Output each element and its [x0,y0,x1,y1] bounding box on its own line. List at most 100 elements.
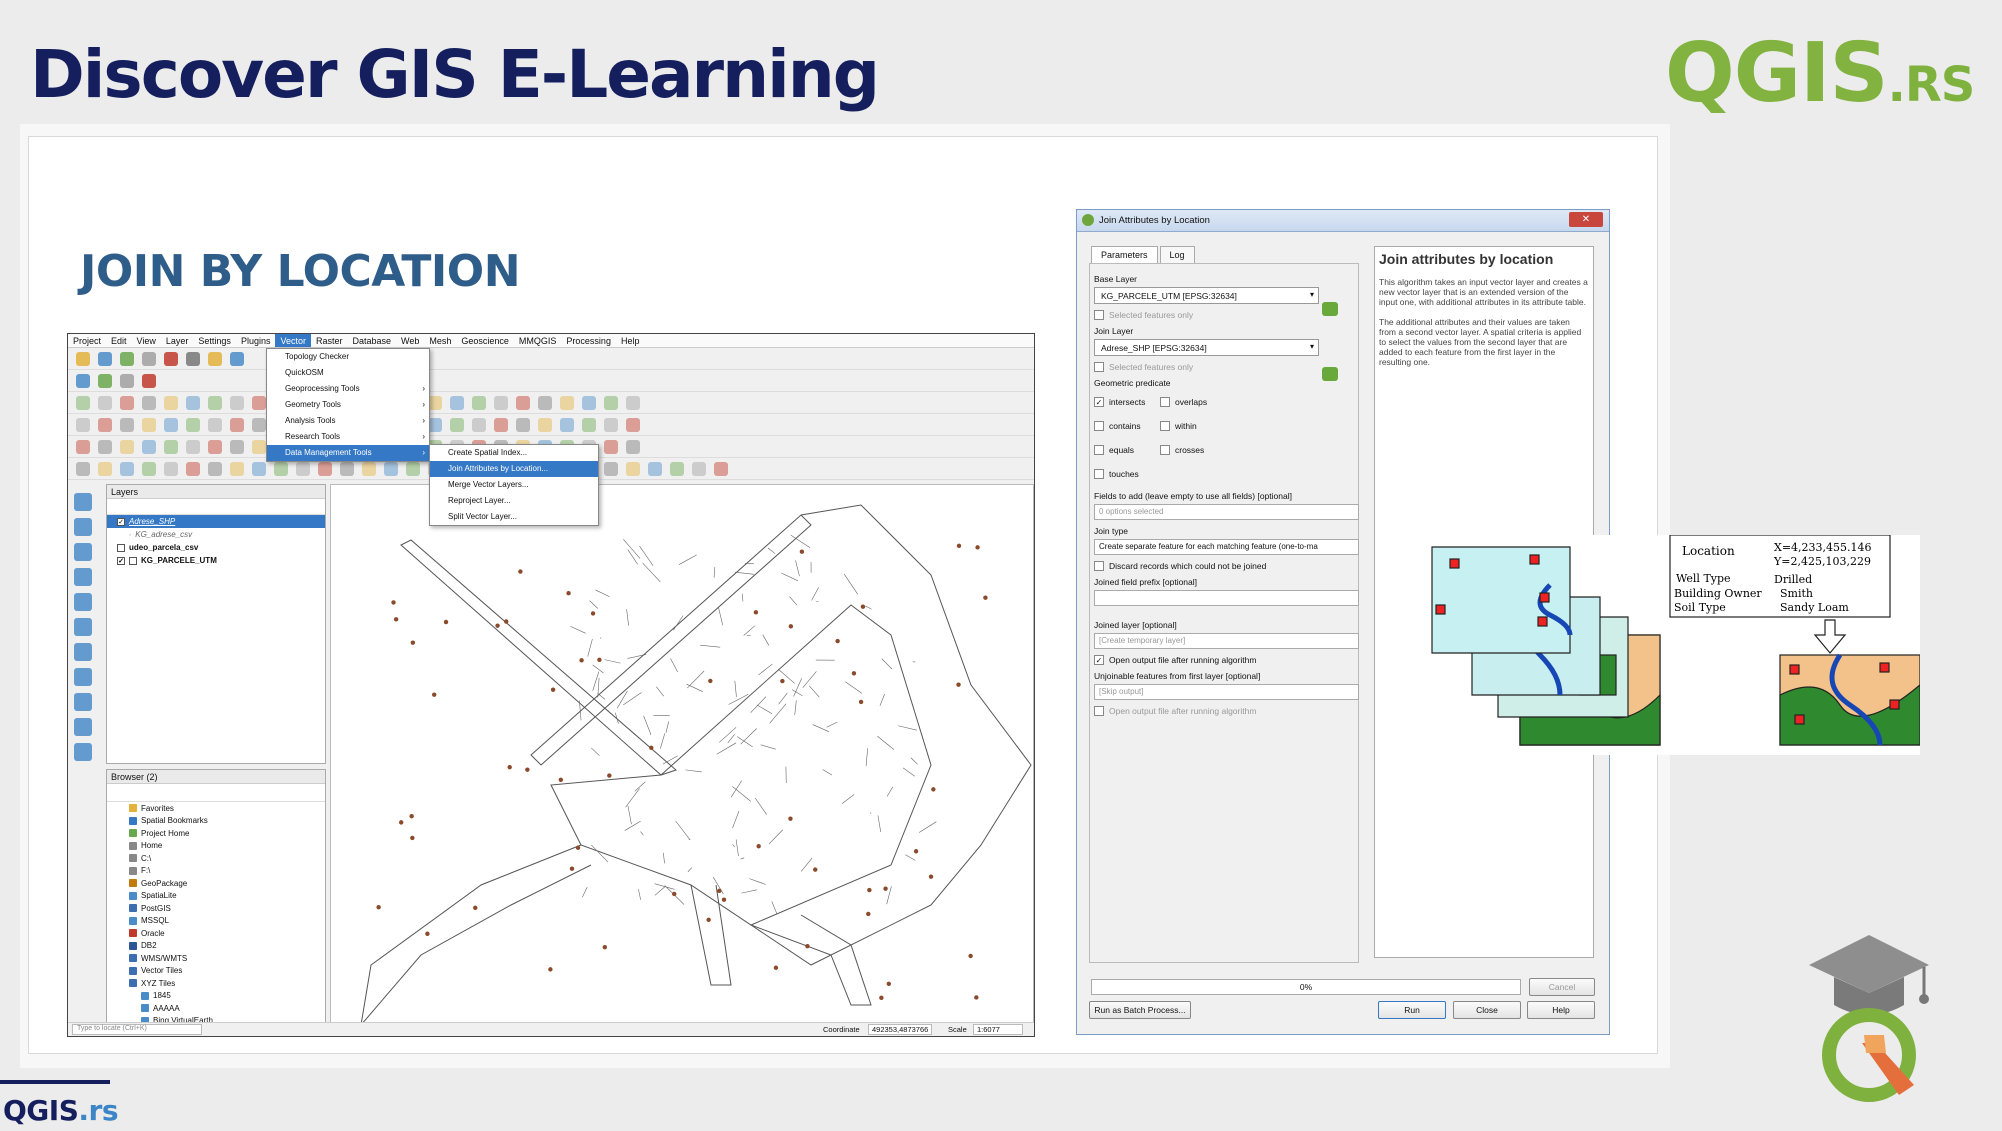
menu-view[interactable]: View [132,334,161,347]
toolbar-icon[interactable] [582,418,596,432]
toolbar-icon[interactable] [164,396,178,410]
menu-project[interactable]: Project [68,334,106,347]
add-wms-icon[interactable] [74,643,92,661]
add-vector-icon[interactable] [74,493,92,511]
browser-item[interactable]: AAAAA [107,1002,325,1015]
layer-row[interactable]: ∙ KG_adrese_csv [107,528,325,541]
toolbar-icon[interactable] [560,396,574,410]
menu-web[interactable]: Web [396,334,424,347]
layer-row[interactable]: ✓ KG_PARCELE_UTM [107,554,325,567]
toolbar-icon[interactable] [626,440,640,454]
toolbar-icon[interactable] [164,462,178,476]
toolbar-icon[interactable] [208,462,222,476]
toolbar-icon[interactable] [186,352,200,366]
menu-item[interactable]: Research Tools › [267,429,429,445]
cancel-button[interactable]: Cancel [1529,978,1595,996]
toolbar-icon[interactable] [98,440,112,454]
toolbar-icon[interactable] [186,418,200,432]
help-button[interactable]: Help [1527,1001,1595,1019]
menu-item[interactable]: Data Management Tools › [267,445,429,461]
toolbar-icon[interactable] [670,462,684,476]
menu-plugins[interactable]: Plugins [236,334,276,347]
predicate-crosses[interactable]: crosses [1160,445,1260,455]
browser-item[interactable]: GeoPackage [107,877,325,890]
toolbar-icon[interactable] [648,462,662,476]
menu-raster[interactable]: Raster [311,334,348,347]
prefix-input[interactable] [1094,590,1359,606]
browser-item[interactable]: XYZ Tiles [107,977,325,990]
tab-parameters[interactable]: Parameters [1091,246,1158,263]
menu-settings[interactable]: Settings [193,334,236,347]
submenu-item[interactable]: Reproject Layer... [430,493,598,509]
toolbar-icon[interactable] [76,396,90,410]
toolbar-icon[interactable] [340,462,354,476]
toolbar-icon[interactable] [142,440,156,454]
toolbar-icon[interactable] [428,418,442,432]
join-layer-select[interactable]: Adrese_SHP [EPSG:32634] ▾ [1094,339,1319,356]
browser-item[interactable]: F:\ [107,865,325,878]
toolbar-icon[interactable] [120,462,134,476]
browser-item[interactable]: Vector Tiles [107,965,325,978]
add-delimited-icon[interactable] [74,568,92,586]
browser-item[interactable]: Spatial Bookmarks [107,815,325,828]
toolbar-icon[interactable] [252,440,266,454]
menu-layer[interactable]: Layer [161,334,194,347]
browser-item[interactable]: Oracle [107,927,325,940]
unjoinable-input[interactable]: [Skip output] [1094,684,1359,700]
coordinate-value[interactable]: 492353,4873766 [868,1024,933,1035]
toolbar-icon[interactable] [274,462,288,476]
close-button[interactable]: Close [1453,1001,1521,1019]
toolbar-icon[interactable] [186,396,200,410]
toolbar-icon[interactable] [230,462,244,476]
toolbar-icon[interactable] [98,462,112,476]
toolbar-icon[interactable] [76,352,90,366]
toolbar-icon[interactable] [230,440,244,454]
fields-select[interactable]: 0 options selected [1094,504,1359,520]
toolbar-icon[interactable] [428,396,442,410]
toolbar-icon[interactable] [604,440,618,454]
toolbar-icon[interactable] [120,374,134,388]
base-selected-only[interactable]: Selected features only [1094,310,1354,320]
toolbar-icon[interactable] [472,418,486,432]
toolbar-icon[interactable] [230,396,244,410]
toolbar-icon[interactable] [76,440,90,454]
toolbar-icon[interactable] [98,352,112,366]
menu-mmqgis[interactable]: MMQGIS [514,334,562,347]
submenu-item[interactable]: Join Attributes by Location... [430,461,598,477]
menu-vector[interactable]: Vector [275,334,311,347]
locate-input[interactable]: Type to locate (Ctrl+K) [72,1024,202,1035]
menu-edit[interactable]: Edit [106,334,132,347]
predicate-touches[interactable]: touches [1094,469,1160,479]
toolbar-icon[interactable] [98,374,112,388]
toolbar-icon[interactable] [164,352,178,366]
toolbar-icon[interactable] [208,352,222,366]
toolbar-icon[interactable] [230,418,244,432]
toolbar-icon[interactable] [516,418,530,432]
toolbar-icon[interactable] [142,462,156,476]
toolbar-icon[interactable] [142,396,156,410]
menu-database[interactable]: Database [348,334,397,347]
toolbar-icon[interactable] [120,396,134,410]
toolbar-icon[interactable] [494,418,508,432]
predicate-intersects[interactable]: ✓ intersects [1094,397,1160,407]
predicate-equals[interactable]: equals [1094,445,1160,455]
submenu-item[interactable]: Create Spatial Index... [430,445,598,461]
submenu-item[interactable]: Split Vector Layer... [430,509,598,525]
toolbar-icon[interactable] [98,396,112,410]
layer-row[interactable]: ✓ Adrese_SHP [107,515,325,528]
iterate-icon[interactable] [1322,367,1338,381]
base-layer-select[interactable]: KG_PARCELE_UTM [EPSG:32634] ▾ [1094,287,1319,304]
close-icon[interactable]: ✕ [1569,212,1603,227]
scale-value[interactable]: 1:6077 [973,1024,1023,1035]
toolbar-icon[interactable] [142,352,156,366]
toolbar-icon[interactable] [516,396,530,410]
toolbar-icon[interactable] [604,462,618,476]
iterate-icon[interactable] [1322,302,1338,316]
menu-item[interactable]: Analysis Tools › [267,413,429,429]
toolbar-icon[interactable] [494,396,508,410]
browser-item[interactable]: Favorites [107,802,325,815]
menu-item[interactable]: QuickOSM [267,365,429,381]
join-selected-only[interactable]: Selected features only [1094,362,1354,372]
toolbar-icon[interactable] [98,418,112,432]
toolbar-icon[interactable] [76,374,90,388]
